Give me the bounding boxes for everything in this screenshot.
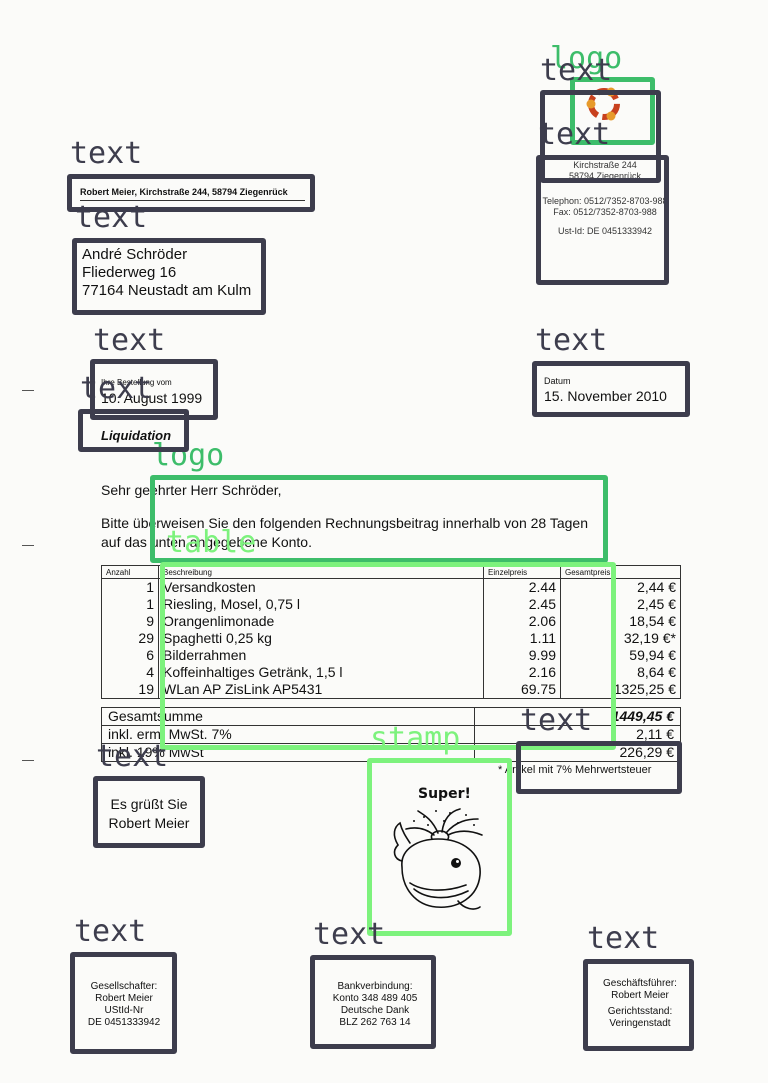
text-detection-box: [78, 409, 189, 452]
fold-mark: [22, 545, 34, 546]
text-detection-box: [532, 361, 690, 417]
text-detection-box: [70, 952, 177, 1054]
row-qty: 19: [101, 681, 159, 699]
text-detection-tag: text: [538, 117, 611, 152]
text-detection-tag: text: [96, 739, 169, 774]
text-detection-box: [310, 955, 436, 1049]
text-detection-tag: text: [520, 703, 593, 738]
row-qty: 6: [101, 647, 159, 664]
row-qty: 9: [101, 613, 159, 630]
row-qty: 1: [101, 596, 159, 613]
stamp-detection-tag: stamp: [370, 721, 461, 756]
text-detection-tag: text: [80, 371, 153, 406]
row-qty: 1: [101, 578, 159, 596]
text-detection-tag: text: [540, 53, 613, 88]
text-detection-tag: text: [535, 323, 608, 358]
row-qty: 4: [101, 664, 159, 681]
text-detection-box: [93, 776, 205, 848]
text-detection-tag: text: [313, 917, 386, 952]
table-detection-tag: table: [166, 525, 257, 560]
text-detection-box: [536, 155, 669, 285]
fold-mark: [22, 390, 34, 391]
text-detection-tag: text: [70, 136, 143, 171]
text-detection-box: [583, 959, 694, 1051]
fold-mark: [22, 760, 34, 761]
stamp-detection-box: [367, 758, 512, 936]
col-header-qty: Anzahl: [101, 565, 159, 579]
row-qty: 29: [101, 630, 159, 647]
text-detection-tag: text: [74, 914, 147, 949]
text-detection-box: [72, 238, 266, 315]
text-detection-tag: text: [75, 200, 148, 235]
text-detection-tag: text: [587, 921, 660, 956]
text-detection-tag: text: [93, 323, 166, 358]
text-detection-box: [516, 741, 682, 794]
invoice-page: Robert Meier, Kirchstraße 244, 58794 Zie…: [0, 0, 768, 1083]
